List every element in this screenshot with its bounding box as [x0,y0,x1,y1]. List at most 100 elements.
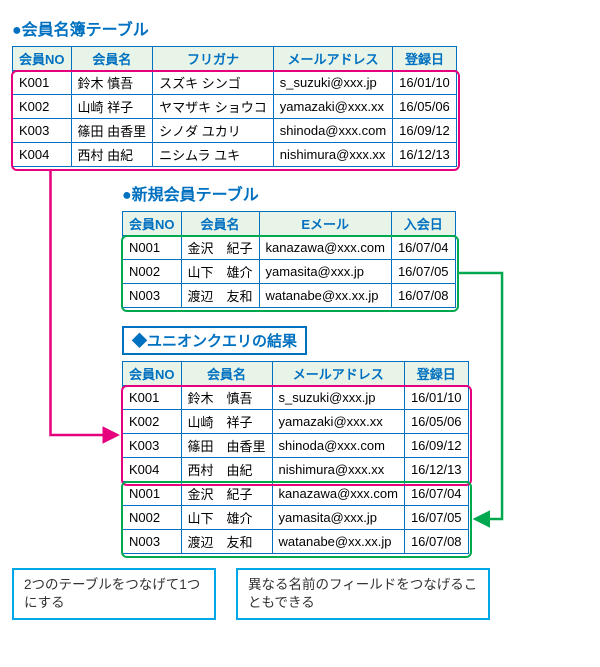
cell: K003 [13,119,72,143]
cell: 山下 雄介 [181,506,272,530]
cell: シノダ ユカリ [153,119,274,143]
cell: N002 [123,260,182,284]
cell: ニシムラ ユキ [153,143,274,167]
union-table-wrap: 会員NO会員名メールアドレス登録日K001鈴木 慎吾s_suzuki@xxx.j… [122,361,588,554]
new-members-table: 会員NO会員名Eメール入会日N001金沢 紀子kanazawa@xxx.com1… [122,211,456,308]
column-header: 登録日 [404,362,468,386]
pink-arrow [51,171,117,436]
union-result-table: 会員NO会員名メールアドレス登録日K001鈴木 慎吾s_suzuki@xxx.j… [122,361,469,554]
table-row: K004西村 由紀nishimura@xxx.xx16/12/13 [123,458,469,482]
cell: kanazawa@xxx.com [259,236,391,260]
table-row: K001鈴木 慎吾スズキ シンゴs_suzuki@xxx.jp16/01/10 [13,71,457,95]
table-row: N001金沢 紀子kanazawa@xxx.com16/07/04 [123,482,469,506]
callouts-row: 2つのテーブルをつなげて1つにする 異なる名前のフィールドをつなげることもできる [12,568,588,620]
table-row: K003篠田 由香里shinoda@xxx.com16/09/12 [123,434,469,458]
cell: K002 [13,95,72,119]
cell: s_suzuki@xxx.jp [273,71,392,95]
cell: N001 [123,482,182,506]
cell: 16/07/04 [404,482,468,506]
callout-left: 2つのテーブルをつなげて1つにする [12,568,216,620]
column-header: 会員名 [181,362,272,386]
cell: N002 [123,506,182,530]
cell: nishimura@xxx.xx [273,143,392,167]
column-header: 会員名 [181,212,259,236]
cell: K001 [123,386,182,410]
cell: K004 [123,458,182,482]
column-header: 登録日 [393,47,457,71]
new-members-table-wrap: 会員NO会員名Eメール入会日N001金沢 紀子kanazawa@xxx.com1… [122,211,588,308]
cell: 16/07/05 [404,506,468,530]
members-table-title: ●会員名簿テーブル [12,16,588,40]
column-header: 会員NO [123,212,182,236]
column-header: 会員名 [71,47,153,71]
table-row: K002山崎 祥子yamazaki@xxx.xx16/05/06 [123,410,469,434]
cell: K001 [13,71,72,95]
column-header: メールアドレス [273,47,392,71]
table-row: K001鈴木 慎吾s_suzuki@xxx.jp16/01/10 [123,386,469,410]
column-header: フリガナ [153,47,274,71]
cell: 西村 由紀 [181,458,272,482]
table-row: N002山下 雄介yamasita@xxx.jp16/07/05 [123,506,469,530]
cell: 16/09/12 [404,434,468,458]
table-row: N003渡辺 友和watanabe@xx.xx.jp16/07/08 [123,530,469,554]
table-row: K004西村 由紀ニシムラ ユキnishimura@xxx.xx16/12/13 [13,143,457,167]
cell: 山崎 祥子 [181,410,272,434]
cell: 鈴木 慎吾 [181,386,272,410]
cell: 山下 雄介 [181,260,259,284]
cell: N003 [123,284,182,308]
cell: 16/01/10 [404,386,468,410]
cell: K002 [123,410,182,434]
new-members-table-title: ●新規会員テーブル [122,181,588,205]
cell: 鈴木 慎吾 [71,71,153,95]
union-title-wrap: ◆ユニオンクエリの結果 [122,318,588,361]
cell: 16/07/04 [391,236,455,260]
union-result-title: ◆ユニオンクエリの結果 [122,326,307,355]
cell: 16/05/06 [404,410,468,434]
cell: N003 [123,530,182,554]
cell: 16/07/08 [391,284,455,308]
cell: ヤマザキ ショウコ [153,95,274,119]
column-header: メールアドレス [272,362,404,386]
cell: yamasita@xxx.jp [259,260,391,284]
cell: 金沢 紀子 [181,236,259,260]
cell: kanazawa@xxx.com [272,482,404,506]
cell: shinoda@xxx.com [272,434,404,458]
table-row: K003篠田 由香里シノダ ユカリshinoda@xxx.com16/09/12 [13,119,457,143]
cell: 西村 由紀 [71,143,153,167]
cell: yamasita@xxx.jp [272,506,404,530]
cell: yamazaki@xxx.xx [272,410,404,434]
members-table-wrap: 会員NO会員名フリガナメールアドレス登録日K001鈴木 慎吾スズキ シンゴs_s… [12,46,588,167]
column-header: 入会日 [391,212,455,236]
cell: nishimura@xxx.xx [272,458,404,482]
cell: watanabe@xx.xx.jp [259,284,391,308]
cell: watanabe@xx.xx.jp [272,530,404,554]
cell: 篠田 由香里 [181,434,272,458]
table-row: K002山崎 祥子ヤマザキ ショウコyamazaki@xxx.xx16/05/0… [13,95,457,119]
cell: 16/12/13 [404,458,468,482]
cell: 16/07/05 [391,260,455,284]
cell: K003 [123,434,182,458]
cell: 16/07/08 [404,530,468,554]
cell: 渡辺 友和 [181,530,272,554]
column-header: 会員NO [123,362,182,386]
column-header: Eメール [259,212,391,236]
cell: yamazaki@xxx.xx [273,95,392,119]
cell: 16/05/06 [393,95,457,119]
cell: 篠田 由香里 [71,119,153,143]
table-row: N002山下 雄介yamasita@xxx.jp16/07/05 [123,260,456,284]
cell: スズキ シンゴ [153,71,274,95]
cell: 金沢 紀子 [181,482,272,506]
cell: shinoda@xxx.com [273,119,392,143]
cell: N001 [123,236,182,260]
cell: 16/09/12 [393,119,457,143]
column-header: 会員NO [13,47,72,71]
cell: 山崎 祥子 [71,95,153,119]
members-table: 会員NO会員名フリガナメールアドレス登録日K001鈴木 慎吾スズキ シンゴs_s… [12,46,457,167]
callout-right: 異なる名前のフィールドをつなげることもできる [236,568,490,620]
cell: 渡辺 友和 [181,284,259,308]
cell: K004 [13,143,72,167]
cell: s_suzuki@xxx.jp [272,386,404,410]
table-row: N003渡辺 友和watanabe@xx.xx.jp16/07/08 [123,284,456,308]
cell: 16/12/13 [393,143,457,167]
table-row: N001金沢 紀子kanazawa@xxx.com16/07/04 [123,236,456,260]
